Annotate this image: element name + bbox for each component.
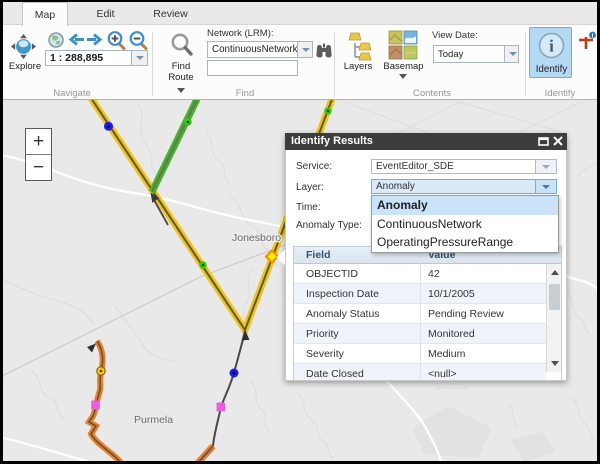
svg-text:Jonesboro: Jonesboro — [232, 232, 281, 244]
svg-text:Purmela: Purmela — [134, 414, 173, 426]
svg-text:i: i — [549, 37, 554, 56]
svg-text:i: i — [592, 33, 594, 40]
